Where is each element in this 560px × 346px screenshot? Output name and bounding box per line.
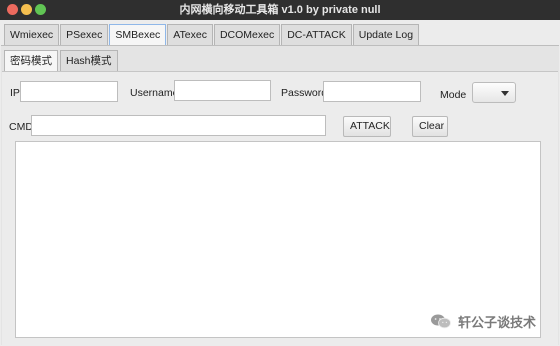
username-input[interactable] [174,80,271,101]
clear-button[interactable]: Clear [412,116,448,137]
username-label: Username [130,87,179,99]
subtab-password-mode[interactable]: 密码模式 [4,50,58,71]
mode-label: Mode [440,89,467,101]
wechat-icon [430,313,452,329]
ip-label: IP [10,87,20,99]
tab-dcomexec[interactable]: DCOMexec [213,24,281,45]
attack-button[interactable]: ATTACK [343,116,391,137]
cmd-label: CMD [9,121,33,133]
tab-smbexec[interactable]: SMBexec [109,24,167,45]
password-label: Password [281,87,328,99]
title-bar: 内网横向移动工具箱 v1.0 by private null [0,0,560,20]
watermark: 轩公子谈技术 [430,310,536,332]
password-input[interactable] [323,81,421,102]
cmd-input[interactable] [31,115,326,136]
tab-bar: Wmiexec PSexec SMBexec ATexec DCOMexec D… [4,24,420,45]
ip-input[interactable] [20,81,118,102]
output-textarea[interactable] [15,141,541,338]
tab-wmiexec[interactable]: Wmiexec [4,24,60,45]
tab-atexec[interactable]: ATexec [167,24,213,45]
tab-dc-attack[interactable]: DC-ATTACK [281,24,352,45]
chevron-down-icon [501,91,509,96]
mode-tab-bar: 密码模式 Hash模式 [4,50,120,71]
subtab-hash-mode[interactable]: Hash模式 [60,50,118,71]
watermark-text: 轩公子谈技术 [458,314,537,330]
window-title: 内网横向移动工具箱 v1.0 by private null [179,4,381,16]
tab-psexec[interactable]: PSexec [60,24,109,45]
mode-select[interactable] [472,82,516,103]
tab-update-log[interactable]: Update Log [352,24,420,45]
